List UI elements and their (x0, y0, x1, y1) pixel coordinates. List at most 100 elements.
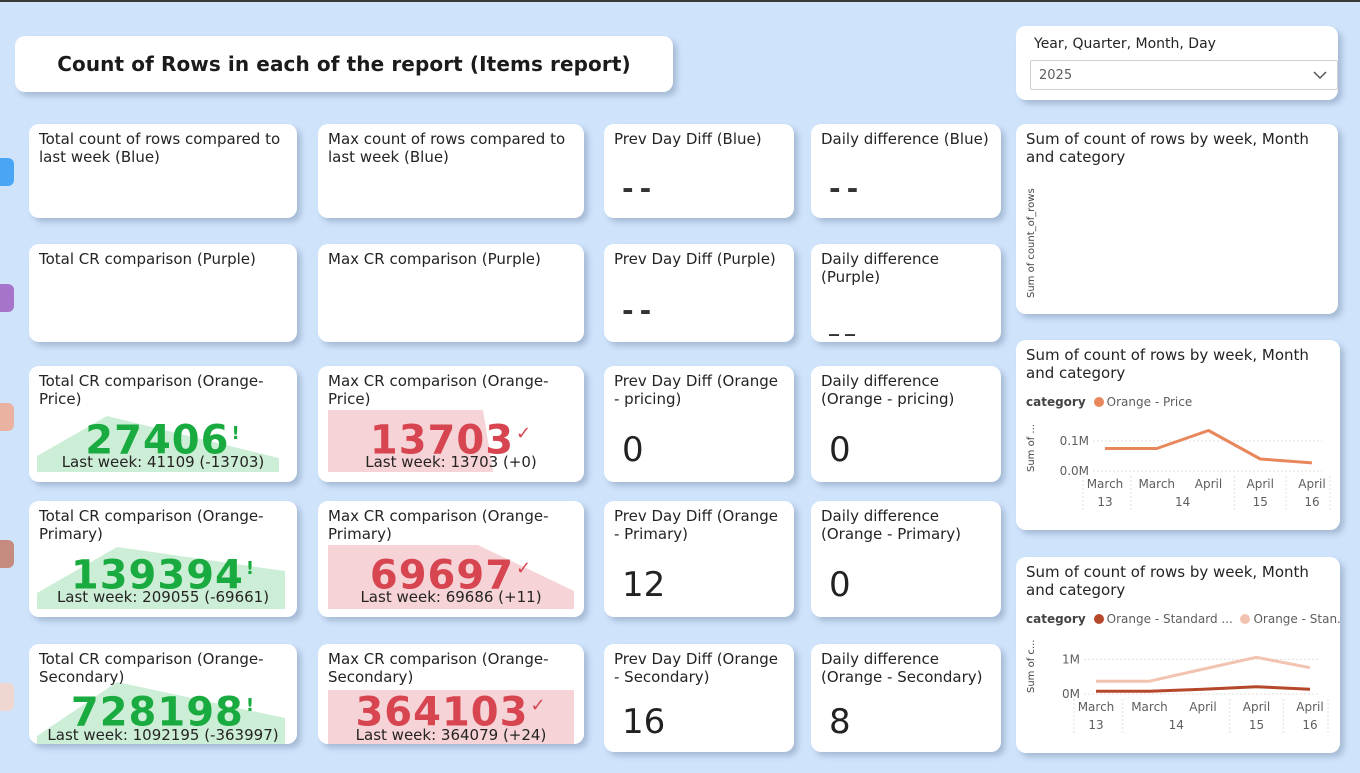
date-slicer: Year, Quarter, Month, Day 2025 (1016, 26, 1338, 100)
kpi-max-orange-primary[interactable]: Max CR comparison (Orange-Primary) 69697… (318, 501, 584, 617)
card-title: Daily difference (Blue) (821, 130, 989, 148)
card-title: Prev Day Diff (Orange - pricing) (614, 372, 778, 408)
card-value: 0 (622, 430, 644, 470)
card-title: Max count of rows compared to last week … (328, 130, 566, 166)
x-tick-week: 14 (1175, 495, 1190, 509)
warning-icon: ! (245, 695, 256, 716)
card-title: Max CR comparison (Orange-Price) (328, 372, 549, 408)
side-tab-orange-secondary[interactable] (0, 683, 14, 711)
chart-orange-standard[interactable]: Sum of count of rows by week, Month and … (1016, 557, 1340, 753)
prev-day-diff-orange-primary[interactable]: Prev Day Diff (Orange - Primary) 12 (604, 501, 794, 617)
x-tick-week: 15 (1253, 495, 1268, 509)
x-tick-month: April (1247, 477, 1274, 491)
x-tick-month: April (1296, 700, 1323, 714)
x-tick-month: April (1298, 477, 1325, 491)
card-title: Daily difference (Orange - Primary) (821, 507, 962, 543)
card-title: Total CR comparison (Orange-Primary) (39, 507, 264, 543)
card-value: 16 (622, 702, 666, 742)
x-tick-month: March (1131, 700, 1168, 714)
card-title: Daily difference (Purple) (821, 250, 940, 286)
series-line (1105, 429, 1313, 465)
daily-diff-purple[interactable]: Daily difference (Purple) __ (811, 244, 1001, 342)
kpi-total-orange-secondary[interactable]: Total CR comparison (Orange-Secondary) 7… (29, 644, 297, 744)
card-value: -- (622, 294, 658, 327)
card-value: 12 (622, 565, 666, 605)
kpi-last-week: Last week: 41109 (-13703) (61, 453, 265, 471)
kpi-total-blue[interactable]: Total count of rows compared to last wee… (29, 124, 297, 218)
card-title: Total CR comparison (Orange-Secondary) (39, 650, 264, 686)
card-title: Total count of rows compared to last wee… (39, 130, 281, 166)
kpi-max-purple[interactable]: Max CR comparison (Purple) (318, 244, 584, 342)
kpi-max-orange-secondary[interactable]: Max CR comparison (Orange-Secondary) 364… (318, 644, 584, 744)
year-dropdown[interactable]: 2025 (1030, 60, 1338, 90)
prev-day-diff-blue[interactable]: Prev Day Diff (Blue) -- (604, 124, 794, 218)
y-tick-label: 1M (1062, 652, 1080, 666)
kpi-total-purple[interactable]: Total CR comparison (Purple) (29, 244, 297, 342)
prev-day-diff-orange-price[interactable]: Prev Day Diff (Orange - pricing) 0 (604, 366, 794, 482)
x-tick-week: 14 (1169, 718, 1184, 732)
card-title: Daily difference (Orange - Secondary) (821, 650, 983, 686)
x-tick-month: March (1078, 700, 1115, 714)
card-title: Total CR comparison (Purple) (39, 250, 256, 268)
daily-diff-blue[interactable]: Daily difference (Blue) -- (811, 124, 1001, 218)
card-title: Prev Day Diff (Orange - Secondary) (614, 650, 778, 686)
card-title: Daily difference (Orange - pricing) (821, 372, 955, 408)
window-top-border (0, 0, 1360, 2)
chevron-down-icon (1313, 71, 1327, 80)
check-icon: ✓ (530, 695, 547, 716)
daily-diff-orange-secondary[interactable]: Daily difference (Orange - Secondary) 8 (811, 644, 1001, 752)
x-tick-month: April (1189, 700, 1216, 714)
card-title: Prev Day Diff (Blue) (614, 130, 762, 148)
x-tick-week: 16 (1302, 718, 1317, 732)
warning-icon: ! (245, 558, 256, 579)
card-title: Max CR comparison (Orange-Primary) (328, 507, 549, 543)
year-dropdown-value: 2025 (1039, 68, 1073, 83)
kpi-total-orange-price[interactable]: Total CR comparison (Orange-Price) 27406… (29, 366, 297, 482)
warning-icon: ! (231, 423, 241, 444)
check-icon: ✓ (516, 558, 533, 579)
series-line (1096, 655, 1311, 683)
prev-day-diff-orange-secondary[interactable]: Prev Day Diff (Orange - Secondary) 16 (604, 644, 794, 752)
series-line (1096, 685, 1311, 693)
x-tick-week: 15 (1249, 718, 1264, 732)
card-title: Prev Day Diff (Orange - Primary) (614, 507, 778, 543)
x-tick-month: April (1243, 700, 1270, 714)
daily-diff-orange-price[interactable]: Daily difference (Orange - pricing) 0 (811, 366, 1001, 482)
card-value: __ (829, 312, 861, 336)
card-value: -- (829, 172, 865, 205)
card-value: 8 (829, 702, 851, 742)
page-title: Count of Rows in each of the report (Ite… (57, 52, 631, 76)
card-value: 0 (829, 565, 851, 605)
x-tick-month: March (1087, 477, 1124, 491)
y-tick-label: 0M (1062, 687, 1080, 701)
y-tick-label: 0.1M (1060, 434, 1089, 448)
daily-diff-orange-primary[interactable]: Daily difference (Orange - Primary) 0 (811, 501, 1001, 617)
chart-plot: 1M0MMarch March April April April13 14 15 16 (1062, 652, 1329, 735)
kpi-last-week: Last week: 364079 (+24) (355, 726, 547, 744)
slicer-label: Year, Quarter, Month, Day (1034, 36, 1216, 52)
card-value: -- (622, 172, 658, 205)
side-tab-orange-primary[interactable] (0, 540, 14, 568)
chart-blue[interactable]: Sum of count of rows by week, Month and … (1016, 124, 1338, 314)
kpi-last-week: Last week: 13703 (+0) (365, 453, 537, 471)
chart-plot: 0.1M0.0MMarch March April April April13 14 15 1… (1060, 429, 1331, 512)
report-title-card: Count of Rows in each of the report (Ite… (15, 36, 673, 92)
side-tab-orange-price[interactable] (0, 403, 14, 431)
kpi-last-week: Last week: 1092195 (-363997) (47, 726, 279, 744)
check-icon: ✓ (516, 423, 533, 444)
kpi-last-week: Last week: 69686 (+11) (360, 588, 542, 606)
card-title: Prev Day Diff (Purple) (614, 250, 776, 268)
y-tick-label: 0.0M (1060, 464, 1089, 478)
side-tab-blue[interactable] (0, 158, 14, 186)
y-axis-title: Sum of count_of_rows (1026, 188, 1037, 298)
x-tick-week: 13 (1088, 718, 1103, 732)
chart-orange-price[interactable]: Sum of count of rows by week, Month and … (1016, 340, 1340, 530)
card-title: Max CR comparison (Orange-Secondary) (328, 650, 549, 686)
x-tick-month: April (1195, 477, 1222, 491)
side-tab-purple[interactable] (0, 284, 14, 312)
kpi-max-orange-price[interactable]: Max CR comparison (Orange-Price) 13703 ✓ … (318, 366, 584, 482)
kpi-total-orange-primary[interactable]: Total CR comparison (Orange-Primary) 139… (29, 501, 297, 617)
prev-day-diff-purple[interactable]: Prev Day Diff (Purple) -- (604, 244, 794, 342)
kpi-max-blue[interactable]: Max count of rows compared to last week … (318, 124, 584, 218)
kpi-last-week: Last week: 209055 (-69661) (56, 588, 270, 606)
